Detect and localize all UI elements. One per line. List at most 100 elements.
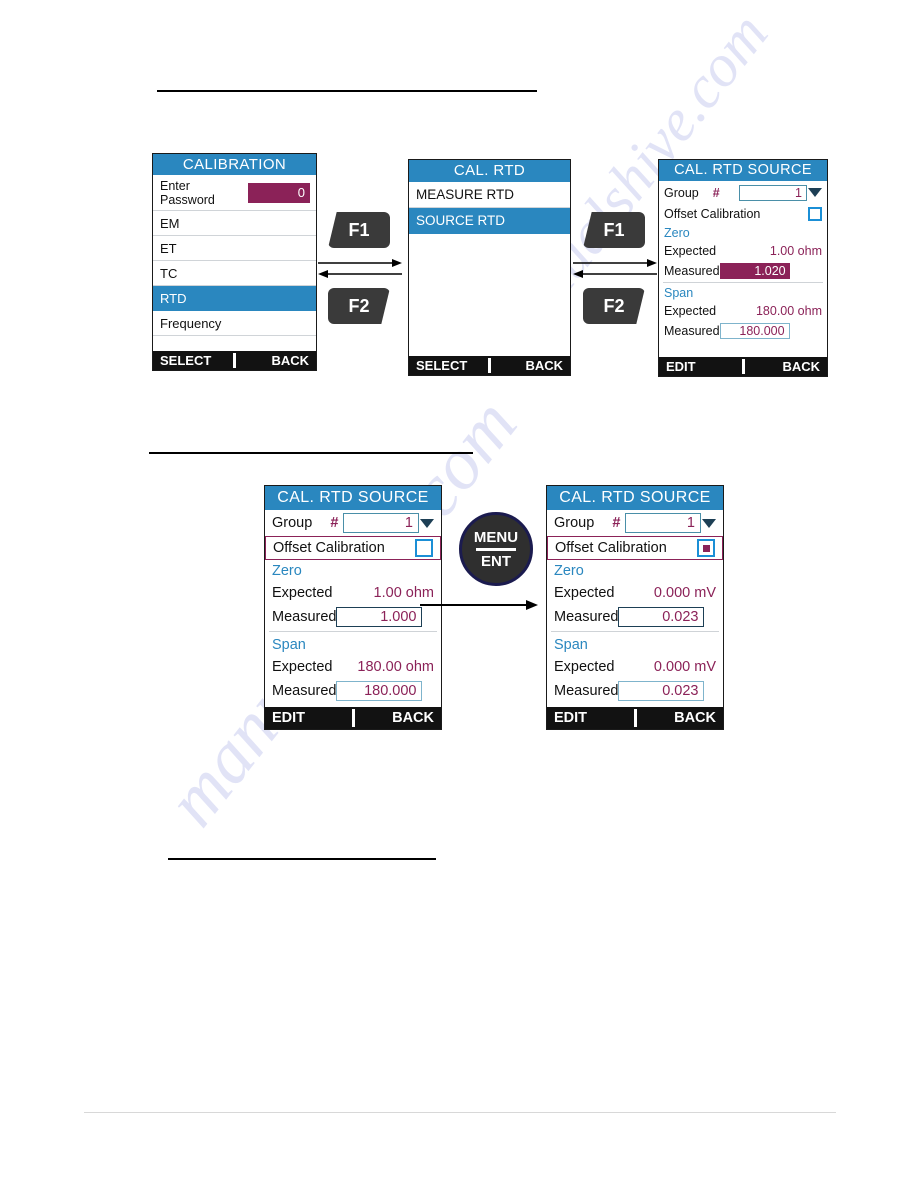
menu-ent-button[interactable]: MENU ENT [459,512,533,586]
offset-calibration-label: Offset Calibration [555,540,667,556]
zero-measured-input[interactable]: 1.000 [336,607,423,627]
softkey-edit[interactable]: EDIT [547,707,634,729]
screen-body: MEASURE RTD SOURCE RTD [409,182,570,356]
function-key-f1-a[interactable]: F1 [328,212,390,248]
span-measured-row[interactable]: Measured 0.023 [547,679,723,703]
section-divider [663,282,823,283]
function-key-f2-b[interactable]: F2 [583,288,645,324]
span-label: Span [272,636,306,653]
span-section-header: Span [265,634,441,655]
screen-body: Group # 1 Offset Calibration Zero Expect… [547,510,723,707]
zero-section-header: Zero [265,560,441,581]
group-row[interactable]: Group # 1 [547,510,723,536]
softkey-select[interactable]: SELECT [409,356,488,375]
span-measured-row[interactable]: Measured 180.000 [659,321,827,341]
zero-expected-label: Expected [664,244,717,258]
screen-body: Group # 1 Offset Calibration Zero Expect… [659,181,827,357]
span-expected-label: Expected [272,659,333,675]
group-dropdown-value[interactable]: 1 [625,513,701,533]
group-dropdown[interactable]: 1 [739,184,822,201]
menu-item-source-rtd[interactable]: SOURCE RTD [409,208,570,234]
zero-measured-row[interactable]: Measured 0.023 [547,605,723,629]
zero-label: Zero [272,562,302,579]
screen-cal-rtd-source-before: CAL. RTD SOURCE Group # 1 Offset Calibra… [264,485,442,730]
softkey-back[interactable]: BACK [355,707,442,729]
span-measured-label: Measured [554,683,619,699]
screen-cal-rtd-source-after: CAL. RTD SOURCE Group # 1 Offset Calibra… [546,485,724,730]
chevron-down-icon[interactable] [808,188,822,197]
zero-measured-row[interactable]: Measured 1.000 [265,605,441,629]
menu-item-rtd[interactable]: RTD [153,286,316,311]
zero-expected-row: Expected 1.00 ohm [659,241,827,261]
softkey-select[interactable]: SELECT [153,351,233,370]
offset-calibration-checkbox[interactable] [415,539,433,557]
group-row[interactable]: Group # 1 [659,181,827,204]
password-row[interactable]: Enter Password 0 [153,175,316,211]
softkey-back[interactable]: BACK [236,351,316,370]
screen-title: CAL. RTD SOURCE [547,486,723,510]
offset-calibration-row[interactable]: Offset Calibration [659,204,827,224]
span-expected-value: 180.00 ohm [755,304,822,318]
span-measured-label: Measured [272,683,337,699]
checkbox-checked-indicator [702,544,710,552]
zero-expected-row: Expected 0.000 mV [547,581,723,605]
group-dropdown-value[interactable]: 1 [343,513,419,533]
screen-title: CAL. RTD SOURCE [265,486,441,510]
group-dropdown[interactable]: 1 [343,513,434,533]
softkey-edit[interactable]: EDIT [659,357,742,376]
span-section-header: Span [659,284,827,301]
heading-rule-bottom-left [168,858,272,860]
softkey-bar: EDIT BACK [659,357,827,376]
offset-calibration-row[interactable]: Offset Calibration [547,536,723,560]
section-divider [551,631,719,632]
group-hash-symbol: # [612,515,621,531]
zero-label: Zero [664,225,690,240]
softkey-back[interactable]: BACK [745,357,828,376]
screen-title: CALIBRATION [153,154,316,175]
offset-calibration-label: Offset Calibration [273,540,385,556]
offset-calibration-checkbox[interactable] [808,207,822,221]
softkey-bar: SELECT BACK [153,351,316,370]
span-measured-input[interactable]: 180.000 [719,323,790,339]
zero-expected-value: 1.00 ohm [769,244,822,258]
offset-calibration-row[interactable]: Offset Calibration [265,536,441,560]
group-dropdown[interactable]: 1 [625,513,716,533]
softkey-back[interactable]: BACK [637,707,724,729]
password-label-line2: Password [160,192,215,207]
zero-measured-row[interactable]: Measured 1.020 [659,261,827,281]
chevron-down-icon[interactable] [420,518,434,528]
zero-measured-input[interactable]: 0.023 [618,607,705,627]
screen-cal-rtd: CAL. RTD MEASURE RTD SOURCE RTD SELECT B… [408,159,571,376]
menu-item-em[interactable]: EM [153,211,316,236]
menu-item-measure-rtd[interactable]: MEASURE RTD [409,182,570,208]
softkey-edit[interactable]: EDIT [265,707,352,729]
heading-rule-bottom-right [272,858,436,860]
heading-rule-middle [149,452,473,454]
offset-calibration-checkbox[interactable] [697,539,715,557]
screen-cal-rtd-source-top: CAL. RTD SOURCE Group # 1 Offset Calibra… [658,159,828,377]
menu-item-et[interactable]: ET [153,236,316,261]
group-dropdown-value[interactable]: 1 [739,184,807,201]
zero-expected-row: Expected 1.00 ohm [265,581,441,605]
menu-item-tc[interactable]: TC [153,261,316,286]
chevron-down-icon[interactable] [702,518,716,528]
span-measured-row[interactable]: Measured 180.000 [265,679,441,703]
function-key-f1-b[interactable]: F1 [583,212,645,248]
transition-arrow-bottom [420,598,538,612]
span-expected-row: Expected 180.00 ohm [659,301,827,321]
zero-section-header: Zero [659,224,827,241]
zero-expected-label: Expected [272,585,333,601]
screen-calibration: CALIBRATION Enter Password 0 EM ET TC RT… [152,153,317,371]
softkey-back[interactable]: BACK [491,356,570,375]
span-section-header: Span [547,634,723,655]
zero-measured-input[interactable]: 1.020 [719,263,790,279]
span-label: Span [554,636,588,653]
password-input[interactable]: 0 [248,182,310,203]
span-expected-row: Expected 0.000 mV [547,655,723,679]
span-measured-input[interactable]: 0.023 [618,681,705,701]
span-measured-input[interactable]: 180.000 [336,681,423,701]
function-key-f2-a[interactable]: F2 [328,288,390,324]
menu-item-frequency[interactable]: Frequency [153,311,316,336]
group-row[interactable]: Group # 1 [265,510,441,536]
span-expected-row: Expected 180.00 ohm [265,655,441,679]
